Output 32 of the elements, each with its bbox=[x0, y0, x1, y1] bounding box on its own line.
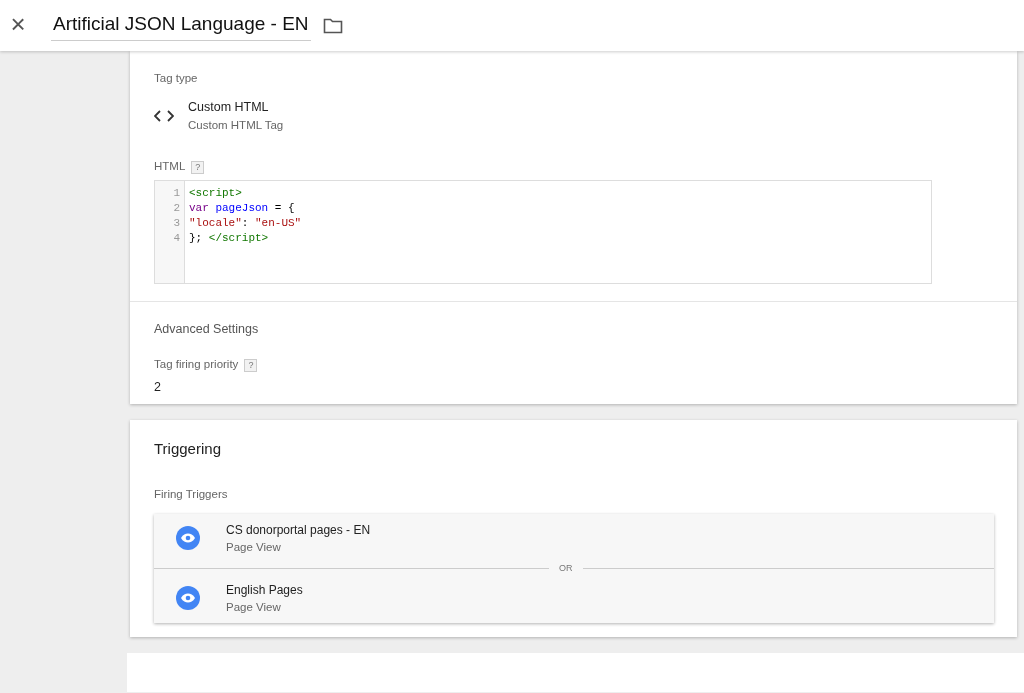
field-value: 2 bbox=[154, 378, 162, 396]
code-icon bbox=[154, 110, 174, 123]
field-label: Tag type bbox=[154, 71, 199, 86]
tag-name-field[interactable]: Artificial JSON Language - EN bbox=[51, 9, 311, 42]
trigger-type: Page View bbox=[226, 599, 282, 615]
line-number: 4 bbox=[172, 230, 180, 246]
help-icon[interactable]: ? bbox=[191, 161, 205, 175]
code-line: var pageJson = { bbox=[189, 200, 296, 216]
line-number: 2 bbox=[172, 200, 180, 216]
close-button[interactable]: × bbox=[1, 10, 35, 41]
trigger-name: CS donorportal pages - EN bbox=[226, 521, 371, 539]
code-line: <script> bbox=[189, 185, 243, 201]
section-heading: Advanced Settings bbox=[154, 320, 260, 338]
tag-type-description: Custom HTML Tag bbox=[188, 118, 284, 133]
line-number: 1 bbox=[172, 185, 180, 201]
field-label: Firing Triggers bbox=[154, 486, 229, 502]
line-number: 3 bbox=[172, 215, 180, 231]
field-label: Tag firing priority bbox=[154, 358, 239, 371]
help-icon[interactable]: ? bbox=[244, 359, 258, 373]
section-title: Triggering bbox=[154, 439, 222, 459]
code-line: }; </script> bbox=[189, 230, 270, 246]
folder-icon[interactable] bbox=[322, 17, 343, 34]
eye-icon bbox=[176, 526, 200, 551]
eye-icon bbox=[176, 586, 200, 611]
trigger-name: English Pages bbox=[226, 581, 303, 599]
code-editor[interactable]: 1 2 3 4 <script> var pageJson = { "locale": "en-US" }; </script> bbox=[154, 179, 932, 284]
trigger-row[interactable]: CS donorportal pages - EN Page View bbox=[154, 513, 994, 563]
trigger-type: Page View bbox=[226, 539, 282, 555]
tag-type-name: Custom HTML bbox=[188, 99, 270, 117]
field-label: HTML bbox=[154, 160, 186, 173]
code-line: "locale": "en-US" bbox=[189, 215, 302, 231]
trigger-row[interactable]: English Pages Page View bbox=[154, 573, 994, 623]
